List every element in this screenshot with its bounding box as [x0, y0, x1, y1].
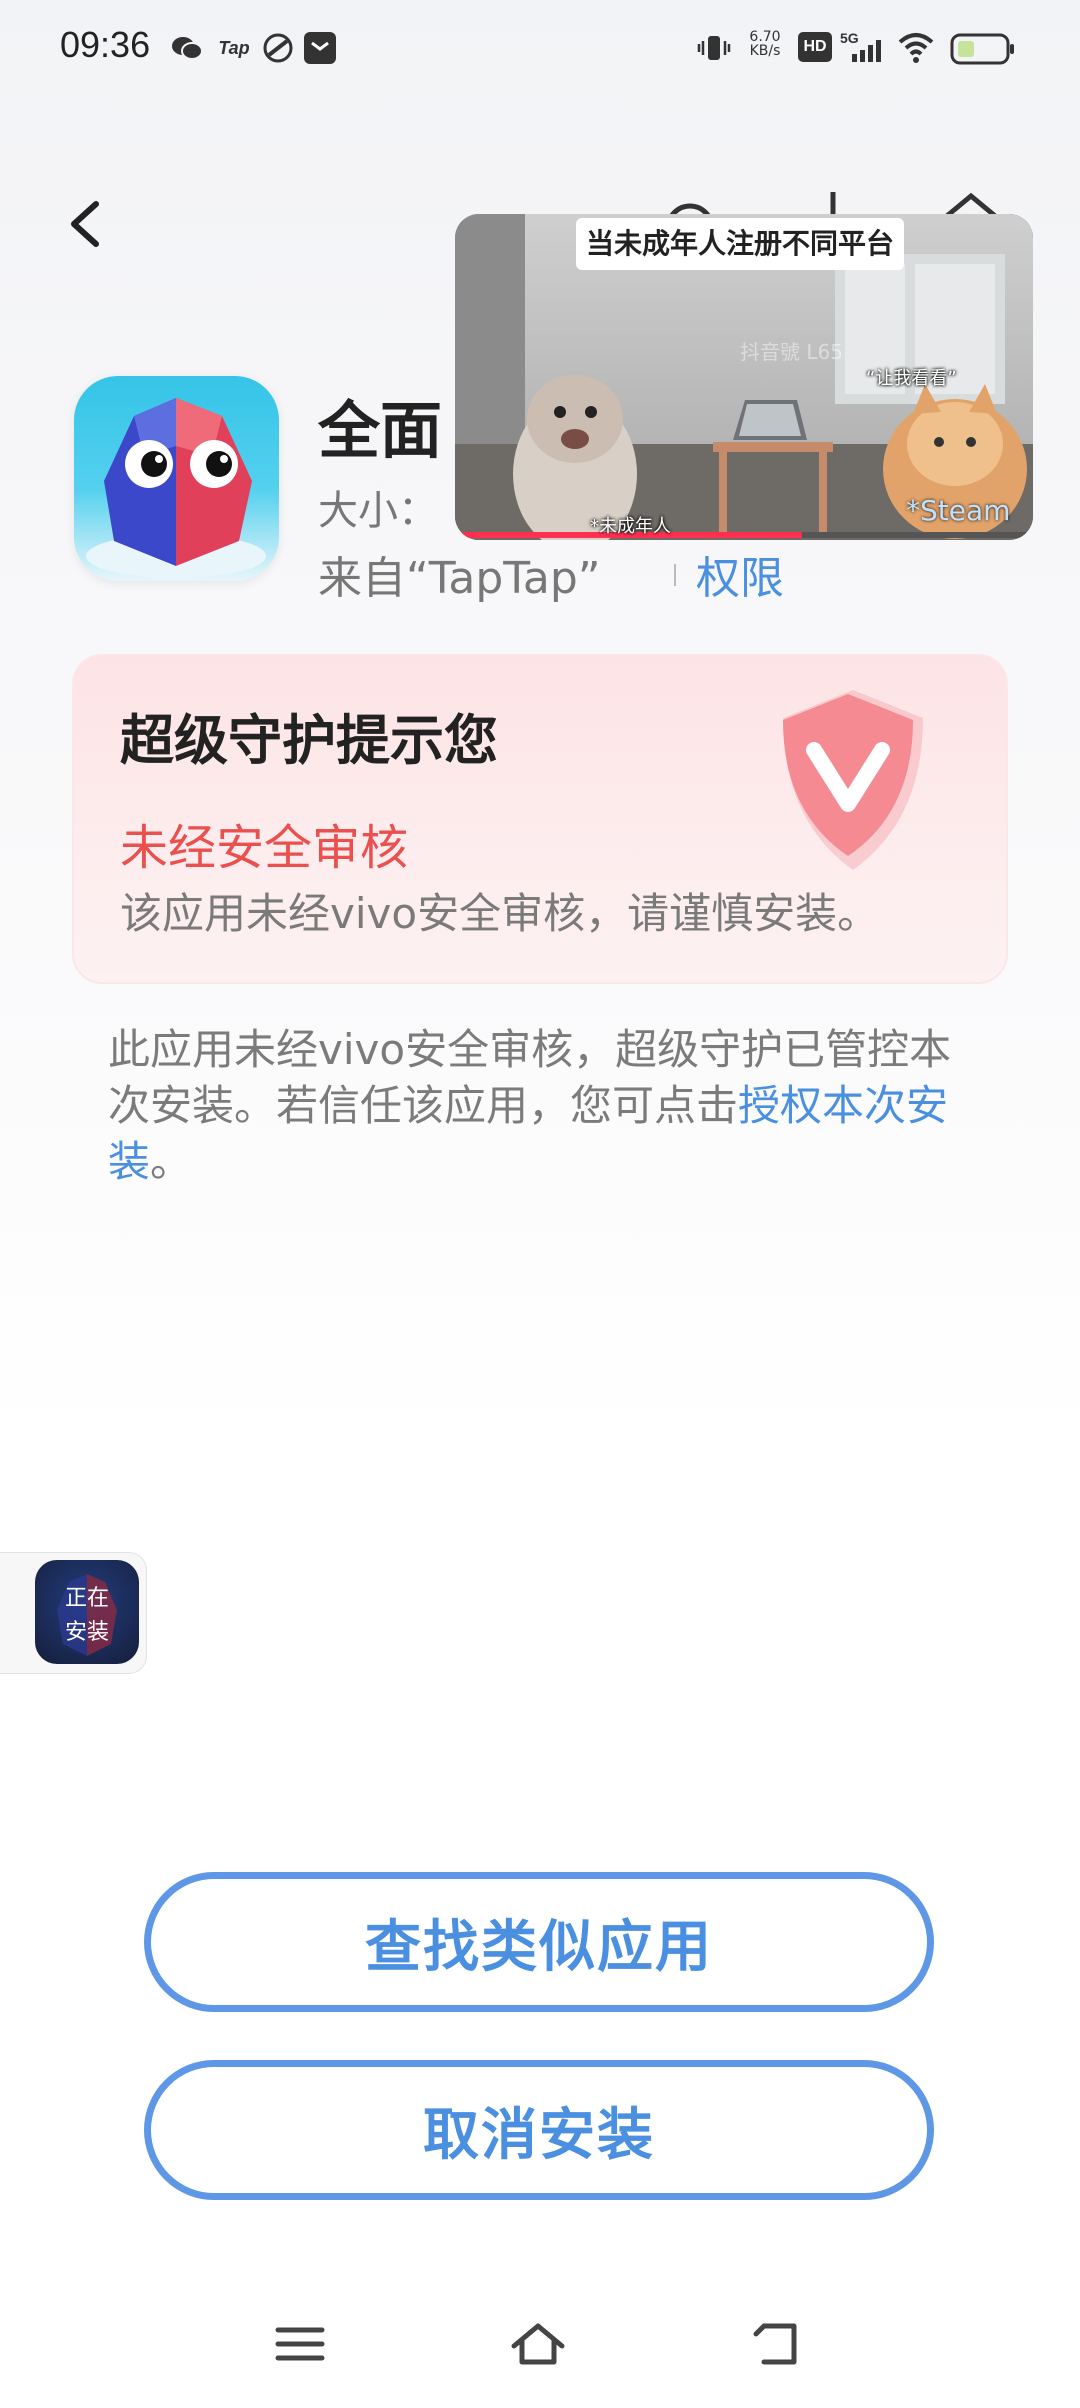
notice-text: 此应用未经vivo安全审核，超级守护已管控本次安装。若信任该应用，您可点击授权本… — [108, 1025, 952, 1186]
nav-back-icon[interactable] — [748, 2316, 808, 2372]
mail-icon — [304, 32, 336, 64]
wifi-icon — [896, 30, 936, 66]
network-speed: 6.70 KB/s — [749, 29, 781, 59]
app-source: 来自“TapTap” — [318, 553, 601, 604]
app-icon — [262, 32, 294, 64]
taptap-icon: Tap — [218, 37, 250, 58]
installing-label: 正在 安装 — [64, 1586, 109, 1645]
hd-icon: HD — [798, 32, 832, 62]
app-name: 全面 — [318, 394, 443, 467]
video-title: 当未成年人注册不同平台 — [576, 218, 905, 270]
card-alert: 未经安全审核 — [120, 820, 409, 876]
app-size-label: 大小： — [318, 488, 438, 534]
app-icon-large — [74, 376, 279, 581]
cancel-install-button[interactable]: 取消安装 — [144, 2060, 934, 2200]
shield-icon — [768, 680, 938, 880]
back-button[interactable] — [62, 196, 110, 252]
signal-icon: 5G — [840, 30, 888, 66]
chevron-left-icon — [71, 201, 99, 247]
status-time: 09:36 — [60, 24, 151, 65]
card-description: 该应用未经vivo安全审核，请谨慎安装。 — [120, 889, 880, 938]
vibrate-icon — [696, 32, 732, 64]
find-similar-apps-button[interactable]: 查找类似应用 — [144, 1872, 934, 2012]
card-title: 超级守护提示您 — [120, 709, 498, 772]
battery-icon — [950, 32, 1016, 66]
video-caption-steam: *Steam — [906, 494, 1011, 527]
wechat-icon — [170, 32, 204, 64]
divider — [674, 564, 676, 586]
video-caption-right: “让我看看” — [866, 368, 957, 389]
home-icon[interactable] — [508, 2316, 568, 2372]
video-watermark: 抖音號 L65 — [740, 340, 843, 364]
video-caption-left: *未成年人 — [590, 516, 671, 537]
menu-icon[interactable] — [270, 2316, 330, 2372]
permission-link[interactable]: 权限 — [696, 542, 784, 606]
